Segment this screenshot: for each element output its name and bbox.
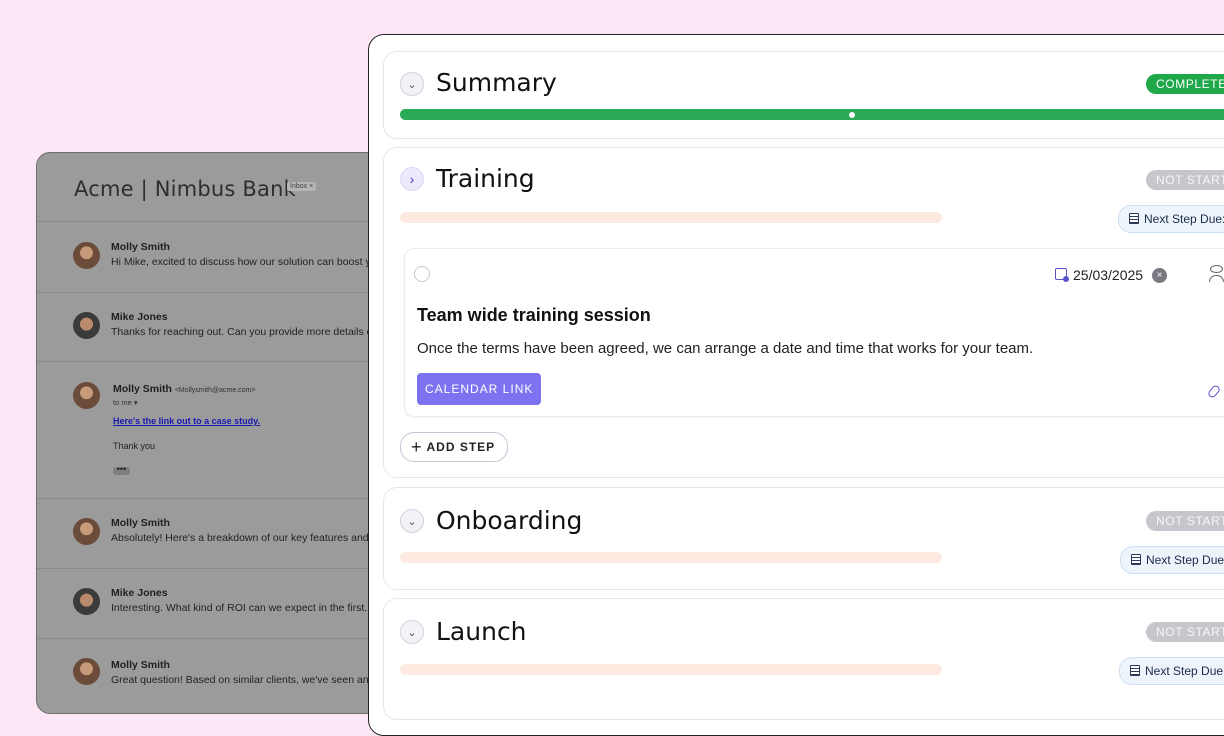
message-snippet: Great question! Based on similar clients… bbox=[111, 674, 369, 686]
section-card-launch: ⌄ Launch NOT STARTE Next Step Due: bbox=[383, 598, 1224, 720]
message-snippet: Interesting. What kind of ROI can we exp… bbox=[111, 602, 374, 614]
progress-marker bbox=[849, 112, 855, 118]
case-study-link[interactable]: Here's the link out to a case study. bbox=[113, 416, 260, 426]
document-icon bbox=[1131, 554, 1141, 565]
document-icon bbox=[1129, 213, 1139, 224]
progress-bar bbox=[400, 664, 942, 675]
progress-bar bbox=[400, 212, 942, 223]
message-snippet: Thanks for reaching out. Can you provide… bbox=[111, 326, 373, 338]
chevron-down-icon[interactable]: ⌄ bbox=[400, 72, 424, 96]
user-icon[interactable] bbox=[1209, 265, 1224, 282]
message-sender: Molly Smith bbox=[111, 517, 170, 529]
paperclip-icon[interactable] bbox=[1206, 383, 1222, 400]
message-sender: Molly Smith <Mollysmith@acme.com> bbox=[113, 383, 256, 395]
progress-bar bbox=[400, 552, 942, 563]
chevron-down-icon[interactable]: ⌄ bbox=[400, 509, 424, 533]
add-step-button[interactable]: + ADD STEP bbox=[400, 432, 509, 462]
section-card-onboarding: ⌄ Onboarding NOT STARTE Next Step Due: bbox=[383, 487, 1224, 590]
section-card-summary: ⌄ Summary COMPLETE bbox=[383, 51, 1224, 139]
show-trimmed-content-button[interactable]: ••• bbox=[113, 465, 130, 475]
chevron-right-icon[interactable]: › bbox=[400, 167, 424, 191]
message-sender: Mike Jones bbox=[111, 587, 168, 599]
avatar bbox=[73, 312, 100, 339]
message-snippet: Hi Mike, excited to discuss how our solu… bbox=[111, 256, 371, 268]
section-card-training: › Training NOT STARTE Next Step Due: 25/… bbox=[383, 147, 1224, 478]
clear-date-icon[interactable]: × bbox=[1152, 268, 1167, 283]
status-badge: NOT STARTE bbox=[1146, 622, 1224, 642]
avatar bbox=[73, 588, 100, 615]
plus-icon: + bbox=[411, 437, 423, 457]
document-icon bbox=[1130, 665, 1140, 676]
message-sender: Molly Smith bbox=[111, 659, 170, 671]
progress-bar bbox=[400, 109, 1224, 120]
next-step-due[interactable]: Next Step Due: bbox=[1119, 657, 1224, 685]
chevron-down-icon[interactable]: ⌄ bbox=[400, 620, 424, 644]
inbox-label-chip[interactable]: Inbox × bbox=[287, 182, 317, 191]
section-title: Onboarding bbox=[436, 506, 583, 535]
avatar bbox=[73, 242, 100, 269]
step-item: 25/03/2025 × Team wide training session … bbox=[404, 248, 1224, 417]
message-sender: Molly Smith bbox=[111, 241, 170, 253]
status-badge: COMPLETE bbox=[1146, 74, 1224, 94]
sender-address: <Mollysmith@acme.com> bbox=[174, 387, 256, 394]
section-title: Summary bbox=[436, 68, 557, 97]
avatar bbox=[73, 518, 100, 545]
section-title: Launch bbox=[436, 617, 527, 646]
step-description: Once the terms have been agreed, we can … bbox=[417, 340, 1034, 357]
calendar-icon bbox=[1055, 268, 1069, 282]
step-title: Team wide training session bbox=[417, 305, 651, 325]
recipient-toggle[interactable]: to me ▾ bbox=[113, 398, 138, 407]
status-badge: NOT STARTE bbox=[1146, 170, 1224, 190]
step-complete-checkbox[interactable] bbox=[414, 266, 430, 282]
project-plan-panel: ⌄ Summary COMPLETE › Training NOT STARTE… bbox=[368, 34, 1224, 736]
next-step-due[interactable]: Next Step Due: bbox=[1118, 205, 1224, 233]
avatar bbox=[73, 658, 100, 685]
message-snippet: Absolutely! Here's a breakdown of our ke… bbox=[111, 532, 369, 544]
next-step-due[interactable]: Next Step Due: bbox=[1120, 546, 1224, 574]
section-title: Training bbox=[436, 164, 535, 193]
calendar-link-button[interactable]: CALENDAR LINK bbox=[417, 373, 542, 405]
status-badge: NOT STARTE bbox=[1146, 511, 1224, 531]
email-thread-title: Acme | Nimbus Bank bbox=[74, 177, 296, 201]
step-due-date[interactable]: 25/03/2025 bbox=[1073, 267, 1143, 283]
message-body-text: Thank you bbox=[113, 441, 156, 451]
avatar bbox=[73, 382, 100, 409]
message-sender: Mike Jones bbox=[111, 311, 168, 323]
